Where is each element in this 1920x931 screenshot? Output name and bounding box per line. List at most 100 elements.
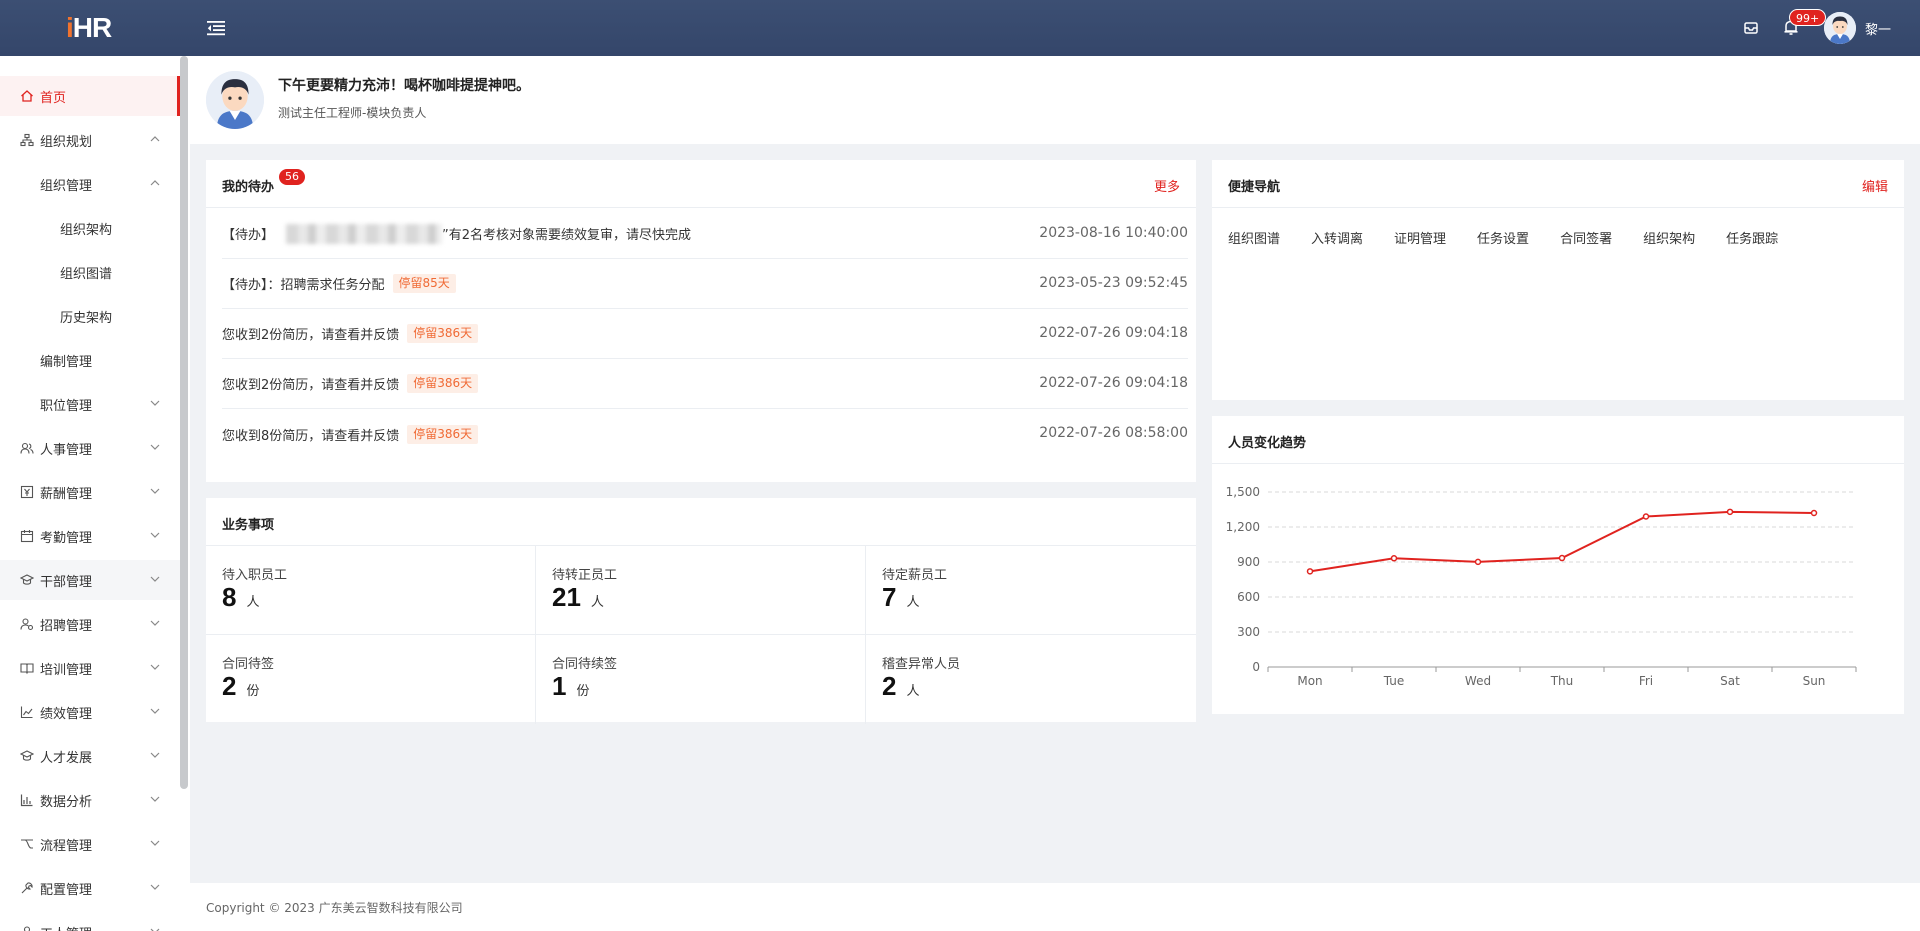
stay-duration-tag: 停留386天	[407, 374, 479, 393]
todo-item[interactable]: 您收到2份简历，请查看并反馈 停留386天 2022-07-26 09:04:1…	[222, 309, 1188, 359]
quicknav-link-task-settings[interactable]: 任务设置	[1477, 228, 1529, 247]
quicknav-link-contract-sign[interactable]: 合同签署	[1560, 228, 1612, 247]
sidebar-item-org-planning[interactable]: 组织规划	[0, 120, 180, 160]
business-label: 合同待签	[222, 657, 275, 672]
chevron-down-icon	[150, 400, 160, 406]
salary-icon	[20, 485, 34, 499]
quicknav-link-task-tracking[interactable]: 任务跟踪	[1726, 228, 1778, 247]
business-cell[interactable]: 待定薪员工 7人	[866, 546, 1196, 635]
trend-title: 人员变化趋势	[1228, 436, 1307, 451]
sidebar-item-personnel[interactable]: 人事管理	[0, 428, 180, 468]
sidebar-item-cadre[interactable]: 干部管理	[0, 560, 180, 600]
todo-item[interactable]: 您收到8份简历，请查看并反馈 停留386天 2022-07-26 08:58:0…	[222, 409, 1188, 459]
quicknav-edit-link[interactable]: 编辑	[1862, 176, 1888, 195]
sidebar-scrollbar[interactable]	[180, 56, 188, 789]
sidebar-item-analysis[interactable]: 数据分析	[0, 780, 180, 820]
data-point	[1810, 509, 1818, 517]
business-value: 2人	[882, 671, 920, 701]
quicknav-link-certificate[interactable]: 证明管理	[1394, 228, 1446, 247]
business-value: 21 人	[552, 582, 604, 612]
sidebar: 首页 组织规划 组织管理 组织架构 组织图谱 历史架构 编制管理 职位管理 人事…	[0, 56, 190, 931]
todo-title: 我的待办	[222, 180, 275, 195]
business-cell[interactable]: 合同待签 2份	[206, 635, 536, 724]
notification-badge: 99+	[1789, 9, 1827, 26]
sidebar-item-org-chart[interactable]: 组织图谱	[0, 252, 180, 292]
business-label: 合同待续签	[552, 657, 618, 672]
todo-prefix: 【待办】：	[222, 278, 281, 293]
todo-more-link[interactable]: 更多	[1154, 176, 1180, 195]
flow-icon	[21, 839, 33, 849]
sidebar-item-label: 组织管理	[40, 178, 93, 194]
x-tick-label: Wed	[1465, 674, 1491, 688]
sidebar-item-performance[interactable]: 绩效管理	[0, 692, 180, 732]
quicknav-link-org-chart[interactable]: 组织图谱	[1228, 228, 1280, 247]
org-icon	[20, 133, 34, 147]
todo-card-header: 我的待办 56 更多	[206, 160, 1196, 208]
sidebar-item-label: 招聘管理	[40, 618, 93, 634]
home-icon	[21, 90, 33, 102]
business-label: 待定薪员工	[882, 568, 948, 583]
sidebar-item-org-structure[interactable]: 组织架构	[0, 208, 180, 248]
logo-hr: HR	[72, 12, 112, 43]
menu-toggle-icon[interactable]	[207, 19, 225, 37]
sidebar-item-org-management[interactable]: 组织管理	[0, 164, 180, 204]
analysis-icon	[20, 794, 33, 807]
sidebar-item-attendance[interactable]: 考勤管理	[0, 516, 180, 556]
business-title: 业务事项	[222, 518, 275, 533]
stay-duration-tag: 停留386天	[407, 424, 479, 444]
todo-time: 2022-07-26 08:58:00	[1039, 425, 1188, 441]
ihr-logo[interactable]: i HR	[66, 12, 112, 43]
sidebar-item-training[interactable]: 培训管理	[0, 648, 180, 688]
sidebar-item-home[interactable]: 首页	[0, 76, 180, 116]
todo-text: ”有2名考核对象需要绩效复审，请尽快完成	[442, 228, 692, 243]
business-cell[interactable]: 合同待续签 1份	[536, 635, 866, 724]
business-card-header: 业务事项	[206, 498, 1196, 546]
chevron-up-icon	[150, 180, 160, 186]
sidebar-item-headcount[interactable]: 编制管理	[0, 340, 180, 380]
data-point	[1306, 568, 1314, 575]
mail-icon[interactable]	[1743, 20, 1759, 36]
sidebar-item-history-structure[interactable]: 历史架构	[0, 296, 180, 336]
business-label: 稽查异常人员	[882, 657, 961, 672]
sidebar-item-worker[interactable]: 工人管理	[0, 912, 180, 931]
todo-item[interactable]: 【待办】： 招聘需求任务分配 停留85天 2023-05-23 09:52:45	[222, 259, 1188, 309]
sidebar-item-label: 数据分析	[40, 794, 93, 810]
sidebar-item-label: 人事管理	[40, 442, 93, 458]
copyright-text: Copyright © 2023 广东美云智数科技有限公司	[206, 901, 463, 915]
sidebar-item-label: 配置管理	[40, 882, 93, 898]
todo-item[interactable]: 您收到2份简历，请查看并反馈 停留386天 2022-07-26 09:04:1…	[222, 359, 1188, 409]
stay-duration-tag: 停留85天	[392, 274, 456, 293]
todo-item[interactable]: 【待办】 ”有2名考核对象需要绩效复审，请尽快完成 2023-08-16 10:…	[222, 209, 1188, 259]
data-point	[1390, 555, 1398, 562]
data-point	[1642, 513, 1650, 520]
business-cell[interactable]: 稽查异常人员 2人	[866, 635, 1196, 724]
user-avatar[interactable]	[1824, 12, 1856, 44]
quicknav-title: 便捷导航	[1228, 180, 1281, 195]
sidebar-item-config[interactable]: 配置管理	[0, 868, 180, 908]
x-tick-label: Sat	[1720, 674, 1740, 688]
quicknav-link-transfer[interactable]: 入转调离	[1311, 228, 1363, 247]
chevron-down-icon	[150, 532, 160, 538]
data-point	[1558, 554, 1566, 562]
calendar-icon	[20, 530, 34, 543]
sidebar-item-position[interactable]: 职位管理	[0, 384, 180, 424]
sidebar-item-label: 流程管理	[40, 838, 93, 854]
quicknav-link-org-structure[interactable]: 组织架构	[1643, 228, 1695, 247]
user-name[interactable]: 黎一	[1865, 19, 1891, 38]
chevron-down-icon	[150, 444, 160, 450]
sidebar-item-flow[interactable]: 流程管理	[0, 824, 180, 864]
chevron-down-icon	[150, 664, 160, 670]
sidebar-item-recruitment[interactable]: 招聘管理	[0, 604, 180, 644]
y-tick-label: 600	[1237, 590, 1260, 604]
top-header: i HR 99+ 黎一	[0, 0, 1920, 56]
chevron-down-icon	[150, 928, 160, 931]
sidebar-item-talent[interactable]: 人才发展	[0, 736, 180, 776]
business-cell[interactable]: 待入职员工 8人	[206, 546, 536, 635]
sidebar-item-label: 培训管理	[40, 662, 93, 678]
sidebar-item-label: 组织架构	[60, 222, 113, 238]
welcome-subtitle: 测试主任工程师-模块负责人	[278, 106, 427, 120]
business-cell[interactable]: 待转正员工 21 人	[536, 546, 866, 635]
sidebar-item-label: 干部管理	[40, 574, 93, 590]
trend-card: 人员变化趋势 0 300 600 900 1,200 1,500 Mon Tue Wed Thu F…	[1212, 416, 1904, 714]
sidebar-item-salary[interactable]: 薪酬管理	[0, 472, 180, 512]
